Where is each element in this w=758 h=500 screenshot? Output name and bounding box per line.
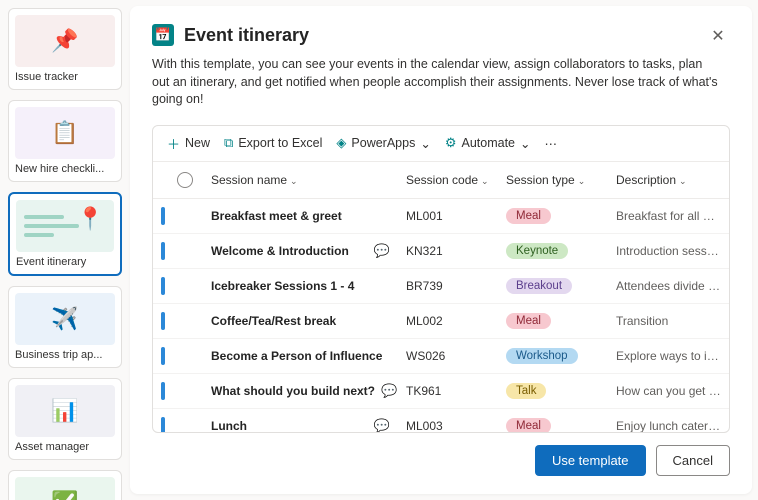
calendar-icon: 📅 (152, 24, 174, 46)
session-name: Icebreaker Sessions 1 - 4 (211, 279, 354, 293)
session-name: Welcome & Introduction (211, 244, 349, 258)
session-type-pill: Meal (506, 418, 551, 433)
chevron-down-icon: ⌄ (520, 136, 530, 151)
session-name: Become a Person of Influence (211, 349, 382, 363)
cancel-button[interactable]: Cancel (656, 445, 730, 476)
chevron-down-icon: ⌄ (679, 176, 687, 186)
table-row[interactable]: Coffee/Tea/Rest break ML002 Meal Transition (153, 303, 729, 338)
session-type-pill: Meal (506, 208, 551, 224)
template-sidebar: 📌 Issue tracker 📋 New hire checkli... 📍 … (0, 0, 130, 500)
template-card-new-hire[interactable]: 📋 New hire checkli... (8, 100, 122, 182)
page-title: Event itinerary (184, 25, 309, 46)
close-button[interactable]: ✕ (706, 24, 730, 48)
table-row[interactable]: Icebreaker Sessions 1 - 4 BR739 Breakout At… (153, 268, 729, 303)
template-card-business-trip[interactable]: ✈️ Business trip ap... (8, 286, 122, 368)
row-handle (161, 312, 165, 330)
list-toolbar: ＋New ⧉Export to Excel ◈PowerApps⌄ ⚙Autom… (153, 126, 729, 162)
powerapps-button[interactable]: ◈PowerApps⌄ (336, 135, 430, 151)
col-session-code[interactable]: Session code⌄ (398, 162, 498, 199)
row-handle (161, 207, 165, 225)
session-description: How can you get over... (608, 373, 729, 408)
thumb-icon: 📍 (16, 200, 114, 252)
new-button[interactable]: ＋New (167, 134, 210, 153)
session-description: Breakfast for all atten... (608, 198, 729, 233)
automate-button[interactable]: ⚙Automate⌄ (445, 135, 531, 151)
row-handle (161, 242, 165, 260)
chevron-down-icon: ⌄ (420, 136, 430, 151)
table-row[interactable]: Welcome & Introduction 💬 KN321 Keynote Intro… (153, 233, 729, 268)
session-code: TK961 (398, 373, 498, 408)
table-row[interactable]: Breakfast meet & greet ML001 Meal Breakfast… (153, 198, 729, 233)
comment-icon[interactable]: 💬 (374, 243, 390, 259)
export-excel-button[interactable]: ⧉Export to Excel (224, 135, 322, 151)
session-description: Introduction session ... (608, 233, 729, 268)
session-name: Coffee/Tea/Rest break (211, 314, 336, 328)
list-preview: ＋New ⧉Export to Excel ◈PowerApps⌄ ⚙Autom… (152, 125, 730, 434)
row-handle (161, 347, 165, 365)
row-handle (161, 417, 165, 433)
comment-icon[interactable]: 💬 (374, 418, 390, 433)
template-card-asset-manager[interactable]: 📊 Asset manager (8, 378, 122, 460)
session-type-pill: Breakout (506, 278, 572, 294)
session-type-pill: Meal (506, 313, 551, 329)
template-card-more[interactable]: ✅ (8, 470, 122, 500)
ellipsis-icon: ⋯ (544, 136, 557, 151)
thumb-icon: 📋 (15, 107, 115, 159)
thumb-icon: ✅ (15, 477, 115, 500)
template-card-event-itinerary[interactable]: 📍 Event itinerary (8, 192, 122, 276)
chevron-down-icon: ⌄ (481, 176, 489, 186)
table-row[interactable]: What should you build next? 💬TK961 Talk How… (153, 373, 729, 408)
session-code: WS026 (398, 338, 498, 373)
session-code: KN321 (398, 233, 498, 268)
main-panel: 📅 Event itinerary ✕ With this template, … (130, 6, 752, 494)
session-description: Explore ways to influe... (608, 338, 729, 373)
col-description[interactable]: Description⌄ (608, 162, 729, 199)
session-type-pill: Workshop (506, 348, 578, 364)
chevron-down-icon: ⌄ (578, 176, 586, 186)
session-code: ML001 (398, 198, 498, 233)
col-session-type[interactable]: Session type⌄ (498, 162, 608, 199)
powerapps-icon: ◈ (336, 135, 346, 151)
thumb-icon: ✈️ (15, 293, 115, 345)
template-card-issue-tracker[interactable]: 📌 Issue tracker (8, 8, 122, 90)
session-name: Breakfast meet & greet (211, 209, 342, 223)
session-description: Transition (608, 303, 729, 338)
session-description: Enjoy lunch catered b... (608, 408, 729, 432)
row-handle (161, 382, 165, 400)
plus-icon: ＋ (167, 134, 180, 153)
session-description: Attendees divide into... (608, 268, 729, 303)
template-description: With this template, you can see your eve… (152, 56, 722, 109)
col-session-name[interactable]: Session name⌄ (203, 162, 398, 199)
use-template-button[interactable]: Use template (535, 445, 646, 476)
session-code: ML003 (398, 408, 498, 432)
automate-icon: ⚙ (445, 135, 457, 151)
session-type-pill: Keynote (506, 243, 568, 259)
table-row[interactable]: Lunch 💬 ML003 Meal Enjoy lunch catered b... (153, 408, 729, 432)
session-name: Lunch (211, 419, 247, 433)
row-handle (161, 277, 165, 295)
session-type-pill: Talk (506, 383, 546, 399)
thumb-icon: 📊 (15, 385, 115, 437)
chevron-down-icon: ⌄ (290, 176, 298, 186)
select-all-header[interactable] (169, 162, 203, 199)
sessions-table: Session name⌄ Session code⌄ Session type… (153, 162, 729, 433)
comment-icon[interactable]: 💬 (381, 383, 397, 399)
thumb-icon: 📌 (15, 15, 115, 67)
more-button[interactable]: ⋯ (544, 136, 557, 151)
excel-icon: ⧉ (224, 135, 233, 151)
session-code: ML002 (398, 303, 498, 338)
session-name: What should you build next? (211, 384, 375, 398)
session-code: BR739 (398, 268, 498, 303)
table-row[interactable]: Become a Person of Influence WS026 Worksho… (153, 338, 729, 373)
